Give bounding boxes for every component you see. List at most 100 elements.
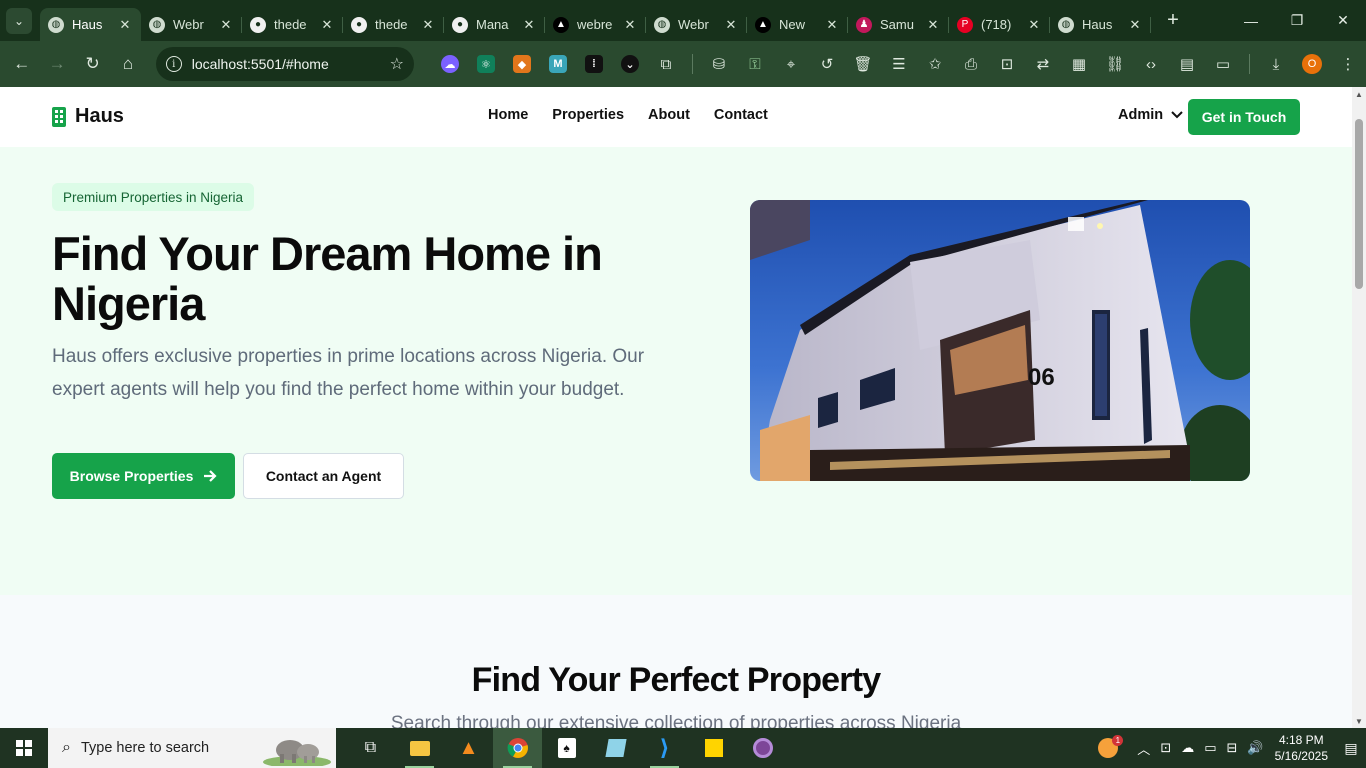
meet-now-icon[interactable]: ⊡ xyxy=(1160,740,1171,756)
scroll-down-icon[interactable]: ▼ xyxy=(1352,714,1366,728)
extensions-puzzle-icon[interactable]: ⧉ xyxy=(648,49,684,79)
get-in-touch-button[interactable]: Get in Touch xyxy=(1188,99,1300,135)
close-icon[interactable]: ✕ xyxy=(117,17,133,33)
browser-tab[interactable]: ▲ New ✕ xyxy=(747,8,848,41)
browser-tab[interactable]: ● Mana ✕ xyxy=(444,8,545,41)
clock-time: 4:18 PM xyxy=(1278,733,1324,747)
sticky-notes-icon[interactable] xyxy=(689,728,738,768)
download-icon[interactable]: ⤓ xyxy=(1258,49,1294,79)
close-icon[interactable]: ✕ xyxy=(723,17,739,33)
extension-grid-icon[interactable]: ⁞ xyxy=(576,49,612,79)
task-view-icon[interactable]: ⧉ xyxy=(346,728,395,768)
trash-icon[interactable]: 🗑 xyxy=(845,49,881,79)
close-icon[interactable]: ✕ xyxy=(1127,17,1143,33)
qr-code-icon[interactable]: ▦ xyxy=(1061,49,1097,79)
reload-icon[interactable]: ↻ xyxy=(75,46,110,82)
chrome-icon[interactable] xyxy=(493,728,542,768)
close-icon[interactable]: ✕ xyxy=(218,17,234,33)
bookmark-star-icon[interactable]: ☆ xyxy=(390,54,404,74)
close-icon[interactable]: ✕ xyxy=(319,17,335,33)
taskbar-clock[interactable]: 4:18 PM 5/16/2025 xyxy=(1275,732,1328,764)
profile-avatar[interactable]: O xyxy=(1294,49,1330,79)
browser-tab[interactable]: ● thede ✕ xyxy=(343,8,444,41)
incognito-icon[interactable]: ⛁ xyxy=(701,49,737,79)
page-scrollbar[interactable]: ▲ ▼ xyxy=(1352,87,1366,728)
location-pin-icon[interactable]: ⌖ xyxy=(773,49,809,79)
devices-icon[interactable]: ▭ xyxy=(1205,49,1241,79)
forward-icon[interactable]: → xyxy=(39,46,74,82)
nav-link-properties[interactable]: Properties xyxy=(552,107,624,123)
browse-properties-button[interactable]: Browse Properties xyxy=(52,453,235,499)
link-icon[interactable]: ⛓ xyxy=(1097,49,1133,79)
battery-icon[interactable]: ▭ xyxy=(1204,740,1216,756)
browser-tab[interactable]: ▲ webre ✕ xyxy=(545,8,646,41)
start-button[interactable] xyxy=(0,728,48,768)
browser-tab[interactable]: ◍ Webr ✕ xyxy=(646,8,747,41)
browser-tab[interactable]: ♟ Samu ✕ xyxy=(848,8,949,41)
taskbar-search-box[interactable]: ⌕ Type here to search xyxy=(48,728,336,768)
tor-browser-icon[interactable] xyxy=(738,728,787,768)
onedrive-icon[interactable]: ☁ xyxy=(1181,740,1194,756)
nav-link-about[interactable]: About xyxy=(648,107,690,123)
password-key-icon[interactable]: ⚿ xyxy=(737,49,773,79)
url-text[interactable]: localhost:5501/#home xyxy=(192,56,390,72)
translate-icon[interactable]: ⇄ xyxy=(1025,49,1061,79)
browser-tab[interactable]: ● thede ✕ xyxy=(242,8,343,41)
nav-link-home[interactable]: Home xyxy=(488,107,528,123)
home-icon[interactable]: ⌂ xyxy=(110,46,145,82)
vlc-icon[interactable]: ▲ xyxy=(444,728,493,768)
extension-cloud-icon[interactable]: ☁ xyxy=(432,49,468,79)
scroll-up-icon[interactable]: ▲ xyxy=(1352,87,1366,101)
notepad-icon[interactable] xyxy=(591,728,640,768)
close-window-icon[interactable]: ✕ xyxy=(1320,0,1366,41)
bookmarks-icon[interactable]: ✩ xyxy=(917,49,953,79)
back-icon[interactable]: ← xyxy=(4,46,39,82)
screenshot-icon[interactable]: ⊡ xyxy=(989,49,1025,79)
extension-chevron-icon[interactable]: ⌄ xyxy=(612,49,648,79)
close-icon[interactable]: ✕ xyxy=(420,17,436,33)
contact-agent-button[interactable]: Contact an Agent xyxy=(243,453,404,499)
close-icon[interactable]: ✕ xyxy=(925,17,941,33)
search-section-subtitle: Search through our extensive collection … xyxy=(390,713,962,728)
windows-taskbar: ⌕ Type here to search ⧉ ▲ ♠ ⟩ 1 ︿ ⊡ ☁ ▭ … xyxy=(0,728,1366,768)
close-icon[interactable]: ✕ xyxy=(1026,17,1042,33)
extension-fox-icon[interactable]: ◆ xyxy=(504,49,540,79)
hero-house-image: 06 xyxy=(750,200,1250,481)
close-icon[interactable]: ✕ xyxy=(521,17,537,33)
new-tab-button[interactable]: + xyxy=(1159,7,1187,35)
brand-logo[interactable]: Haus xyxy=(52,105,124,128)
browser-tab[interactable]: P (718) ✕ xyxy=(949,8,1050,41)
browser-tab[interactable]: ◍ Haus ✕ xyxy=(1050,8,1151,41)
reading-list-icon[interactable]: ☰ xyxy=(881,49,917,79)
show-hidden-icons-icon[interactable]: ︿ xyxy=(1137,739,1150,758)
nav-link-contact[interactable]: Contact xyxy=(714,107,768,123)
scroll-thumb[interactable] xyxy=(1355,119,1363,289)
browser-tab[interactable]: ◍ Webr ✕ xyxy=(141,8,242,41)
minimize-icon[interactable]: — xyxy=(1228,0,1274,41)
taskbar-pinned-apps: ⧉ ▲ ♠ ⟩ xyxy=(346,728,787,768)
browser-tab[interactable]: ◍ Haus ✕ xyxy=(40,8,141,41)
menu-kebab-icon[interactable]: ⋮ xyxy=(1330,49,1366,79)
layout-icon[interactable]: ▤ xyxy=(1169,49,1205,79)
extension-m-icon[interactable]: M xyxy=(540,49,576,79)
extension-react-icon[interactable]: ⚛ xyxy=(468,49,504,79)
network-icon[interactable]: ⊟ xyxy=(1227,740,1238,756)
close-icon[interactable]: ✕ xyxy=(824,17,840,33)
volume-icon[interactable]: 🔊 xyxy=(1247,740,1263,756)
address-bar[interactable]: i localhost:5501/#home ☆ xyxy=(155,47,414,81)
code-icon[interactable]: ‹› xyxy=(1133,49,1169,79)
window-controls: — ❐ ✕ xyxy=(1228,0,1366,41)
history-icon[interactable]: ↺ xyxy=(809,49,845,79)
file-explorer-icon[interactable] xyxy=(395,728,444,768)
solitaire-icon[interactable]: ♠ xyxy=(542,728,591,768)
notifications-icon[interactable]: ▤ xyxy=(1336,728,1366,768)
print-icon[interactable]: ⎙ xyxy=(953,49,989,79)
weather-icon[interactable]: 1 xyxy=(1098,735,1124,758)
site-info-icon[interactable]: i xyxy=(165,56,182,72)
admin-dropdown[interactable]: Admin xyxy=(1118,107,1183,123)
tab-search-button[interactable]: ⌄ xyxy=(6,7,32,34)
vscode-icon[interactable]: ⟩ xyxy=(640,728,689,768)
tab-title: Haus xyxy=(1082,17,1113,32)
restore-icon[interactable]: ❐ xyxy=(1274,0,1320,41)
close-icon[interactable]: ✕ xyxy=(622,17,638,33)
